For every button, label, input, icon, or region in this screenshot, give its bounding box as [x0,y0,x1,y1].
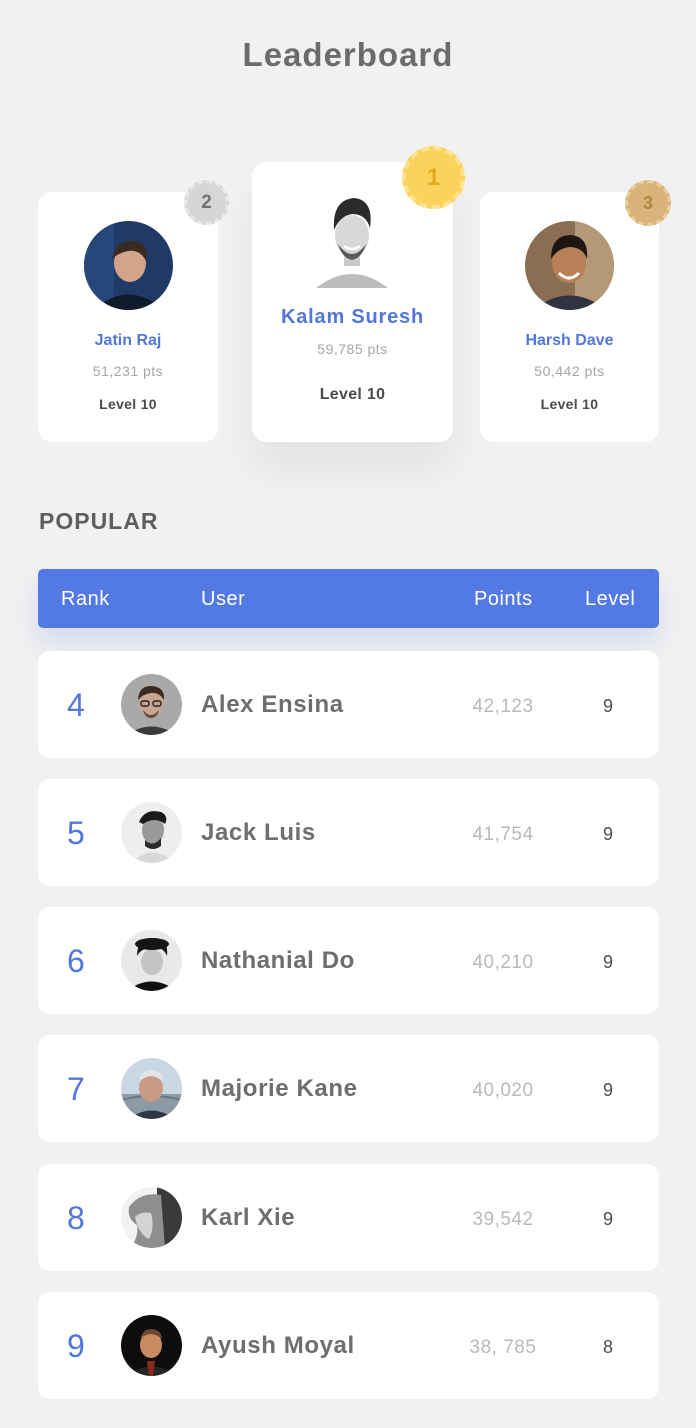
podium-points: 59,785 pts [317,341,388,357]
podium-points: 50,442 pts [534,363,605,379]
section-title: POPULAR [39,508,159,534]
header-level[interactable]: Level [585,588,635,611]
row-points: 38, 785 [469,1337,537,1358]
header-rank[interactable]: Rank [61,588,110,611]
avatar [121,802,182,863]
podium-name[interactable]: Kalam Suresh [252,306,453,329]
rank-1-badge-icon: 1 [402,146,465,209]
avatar [525,221,614,310]
row-rank: 9 [67,1328,85,1364]
podium-points: 51,231 pts [92,363,164,379]
row-level: 8 [602,1337,613,1357]
row-user-name[interactable]: Majorie Kane [201,1075,358,1103]
row-points: 39,542 [472,1209,534,1230]
podium-level: Level 10 [540,396,599,412]
row-points: 42,123 [472,696,534,717]
podium-name[interactable]: Jatin Raj [38,332,218,350]
row-rank: 6 [67,943,85,979]
row-level: 9 [602,1080,613,1100]
row-user-name[interactable]: Jack Luis [201,819,316,847]
podium-name[interactable]: Harsh Dave [480,332,659,350]
row-rank: 8 [67,1200,85,1236]
row-points: 40,020 [472,1080,534,1101]
row-user-name[interactable]: Nathanial Do [201,947,355,975]
podium-card-rank-2[interactable]: Jatin Raj 51,231 pts Level 10 [38,192,218,442]
podium-level: Level 10 [99,396,157,412]
row-points: 40,210 [472,952,534,973]
row-level: 9 [602,824,613,844]
table-row[interactable]: 8 Karl Xie 39,542 9 [38,1164,659,1271]
page-title: Leaderboard [242,36,454,73]
table-row[interactable]: 6 Nathanial Do 40,210 9 [38,907,659,1014]
row-user-name[interactable]: Karl Xie [201,1204,295,1232]
row-rank: 7 [67,1071,85,1107]
table-row[interactable]: 4 Alex Ensina 42,123 9 [38,651,659,758]
podium-level: Level 10 [319,386,386,403]
table-row[interactable]: 9 Ayush Moyal 38, 785 8 [38,1292,659,1399]
avatar [84,221,173,310]
row-user-name[interactable]: Alex Ensina [201,691,344,719]
table-row[interactable]: 5 Jack Luis 41,754 9 [38,779,659,886]
avatar [121,930,182,991]
row-level: 9 [602,952,613,972]
header-points[interactable]: Points [474,588,533,611]
table-header: Rank User Points Level [38,569,659,628]
rank-3-badge-icon: 3 [625,180,671,226]
avatar [310,190,394,290]
row-level: 9 [602,1209,613,1229]
avatar [121,1315,182,1376]
row-rank: 4 [67,687,85,723]
rank-2-badge-icon: 2 [184,180,229,225]
header-user[interactable]: User [201,588,245,611]
row-level: 9 [602,696,613,716]
row-user-name[interactable]: Ayush Moyal [201,1332,355,1360]
avatar [121,1058,182,1119]
podium-card-rank-3[interactable]: Harsh Dave 50,442 pts Level 10 [480,192,659,442]
avatar [121,674,182,735]
table-row[interactable]: 7 Majorie Kane 40,020 9 [38,1035,659,1142]
row-rank: 5 [67,815,85,851]
row-points: 41,754 [472,824,534,845]
avatar [121,1187,182,1248]
